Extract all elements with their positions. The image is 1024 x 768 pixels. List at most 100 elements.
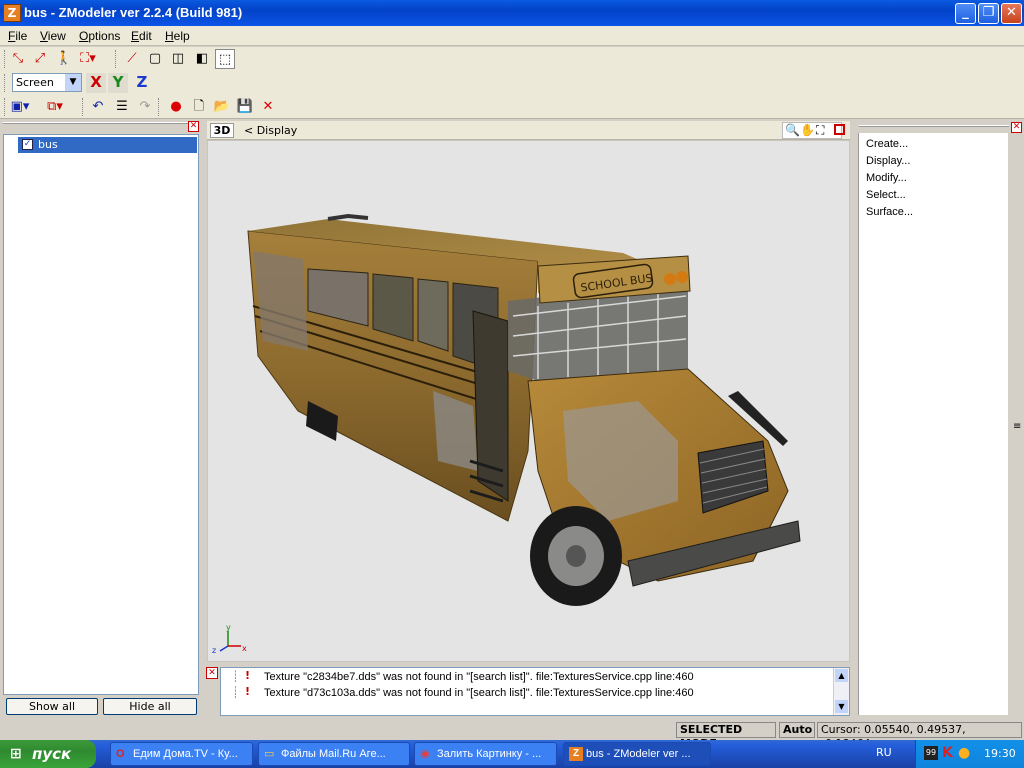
zmodeler-app-icon[interactable]: Z [3, 4, 21, 22]
task-label: bus - ZModeler ver ... [586, 748, 691, 760]
viewport-mode-button[interactable]: 3D [210, 123, 234, 138]
menu-view[interactable]: View [40, 29, 66, 43]
taskbar-item-mail-agent[interactable]: ▭ Файлы Mail.Ru Аге... [258, 742, 410, 766]
toolbar-grip[interactable] [4, 50, 7, 68]
screen-select-value: Screen [16, 76, 54, 89]
kaspersky-icon[interactable]: K [942, 745, 953, 761]
record-icon[interactable]: ● [166, 97, 186, 117]
undo-list-icon[interactable]: ☰ [112, 97, 132, 117]
opera-icon: O [116, 748, 125, 760]
chevron-down-icon[interactable]: ▼ [65, 74, 81, 91]
delete-icon[interactable]: ✕ [258, 97, 278, 117]
object-tree [3, 134, 199, 695]
display-command[interactable]: Display... [866, 155, 910, 167]
menu-options[interactable]: Options [79, 29, 120, 43]
tree-line: ┊ [232, 670, 239, 683]
minimize-button[interactable]: _ [955, 3, 976, 24]
toolbar-grip[interactable] [4, 98, 7, 116]
tree-item-bus[interactable]: ✓ bus [18, 137, 197, 153]
zmodeler-icon: Z [569, 747, 583, 761]
log-entry: Texture "c2834be7.dds" was not found in … [264, 671, 694, 683]
toolbar-grip[interactable] [158, 98, 161, 116]
object-mode-icon[interactable]: ◧ [192, 49, 212, 69]
command-list [858, 133, 1008, 715]
system-tray: 99 K ● 19:30 [915, 740, 1024, 768]
toolbar-grip[interactable] [115, 50, 118, 68]
vertex-mode-icon[interactable]: ⟋ [122, 49, 142, 69]
cube-mode-icon[interactable]: ⬚ [215, 49, 235, 69]
axis-x-label: x [242, 644, 247, 653]
select-walk-icon[interactable]: 🚶 [54, 49, 74, 69]
tray-orange-icon[interactable]: ● [958, 745, 970, 761]
taskbar-item-zmodeler[interactable]: Z bus - ZModeler ver ... [563, 742, 711, 766]
toolbar-select: ⤡ ⤢ 🚶 ⛶▾ ⟋ ▢ ◫ ◧ ⬚ [0, 47, 1024, 71]
checkbox-icon[interactable]: ✓ [22, 139, 33, 150]
export-icon[interactable]: ⧉▾ [45, 97, 65, 117]
menu-edit[interactable]: Edit [131, 29, 152, 43]
toolbar-axis: Screen ▼ X Y Z [0, 71, 1024, 95]
close-panel-icon[interactable]: ✕ [188, 121, 199, 132]
language-indicator[interactable]: RU [876, 746, 892, 759]
screen-select[interactable]: Screen ▼ [12, 73, 82, 92]
pan-hand-icon[interactable]: ✋ [800, 123, 815, 137]
axis-x-button[interactable]: X [86, 73, 106, 93]
tree-item-label: bus [38, 138, 58, 151]
panel-grip [859, 125, 1009, 127]
browser-icon: ◉ [420, 748, 430, 760]
taskbar-item-opera[interactable]: O Едим Дома.TV - Ку... [110, 742, 253, 766]
redo-icon[interactable]: ↷ [135, 97, 155, 117]
insert-icon[interactable]: ▣▾ [10, 97, 30, 117]
taskbar-item-upload[interactable]: ◉ Залить Картинку - ... [414, 742, 557, 766]
axis-y-label: y [226, 623, 231, 632]
zoom-icon[interactable]: 🔍 [785, 123, 800, 137]
close-log-icon[interactable]: ✕ [206, 667, 218, 679]
toolbar-grip[interactable] [82, 98, 85, 116]
restore-button[interactable]: ❐ [978, 3, 999, 24]
menu-bar: File View Options Edit Help [0, 26, 1024, 46]
select-command[interactable]: Select... [866, 189, 906, 201]
toolbar-grip[interactable] [4, 74, 7, 92]
undo-icon[interactable]: ↶ [88, 97, 108, 117]
new-file-icon[interactable]: 🗋 [189, 97, 209, 117]
select-move-icon[interactable]: ⤢ [30, 49, 50, 69]
task-label: Залить Картинку - ... [437, 748, 542, 760]
hide-all-button[interactable]: Hide all [103, 698, 197, 715]
zoom-extents-icon[interactable]: ⛶ [816, 123, 824, 138]
select-dropdown-icon[interactable]: ⛶▾ [78, 49, 98, 69]
start-label: пуск [32, 745, 72, 763]
folder-icon: ▭ [264, 748, 275, 760]
close-button[interactable]: ✕ [1001, 3, 1022, 24]
create-command[interactable]: Create... [866, 138, 908, 150]
open-folder-icon[interactable]: 📂 [212, 97, 232, 117]
panel-resize-grip-icon[interactable]: ≡ [1013, 421, 1021, 432]
clock: 19:30 [984, 747, 1016, 760]
tray-app-icon[interactable]: 99 [924, 746, 938, 760]
window-title: bus - ZModeler ver 2.2.4 (Build 981) [24, 5, 243, 20]
viewport-display-label[interactable]: < Display [244, 124, 297, 137]
maximize-viewport-icon[interactable] [834, 124, 845, 135]
log-scrollbar[interactable]: ▲ ▼ [833, 668, 849, 715]
selected-mode-status[interactable]: SELECTED MODE [676, 722, 776, 750]
3d-viewport[interactable]: SCHOOL BUS y x z [207, 140, 850, 662]
scroll-down-icon[interactable]: ▼ [835, 700, 848, 713]
error-icon: ! [245, 669, 251, 682]
close-panel-icon[interactable]: ✕ [1011, 122, 1022, 133]
face-mode-icon[interactable]: ◫ [168, 49, 188, 69]
select-vertex-icon[interactable]: ⤡ [8, 49, 28, 69]
modify-command[interactable]: Modify... [866, 172, 907, 184]
save-icon[interactable]: 💾 [235, 97, 255, 117]
task-label: Едим Дома.TV - Ку... [133, 748, 238, 760]
auto-status[interactable]: Auto [779, 722, 815, 738]
start-button[interactable]: ⊞ пуск [0, 740, 96, 768]
show-all-button[interactable]: Show all [6, 698, 98, 715]
title-bar: Z bus - ZModeler ver 2.2.4 (Build 981) _… [0, 0, 1024, 26]
tree-line: ┊ [232, 686, 239, 699]
menu-help[interactable]: Help [165, 29, 190, 43]
scroll-up-icon[interactable]: ▲ [835, 669, 848, 682]
menu-file[interactable]: File [8, 29, 27, 43]
axis-z-button[interactable]: Z [132, 73, 152, 93]
axis-y-button[interactable]: Y [108, 73, 128, 93]
panel-grip [3, 122, 197, 124]
surface-command[interactable]: Surface... [866, 206, 913, 218]
edge-mode-icon[interactable]: ▢ [145, 49, 165, 69]
